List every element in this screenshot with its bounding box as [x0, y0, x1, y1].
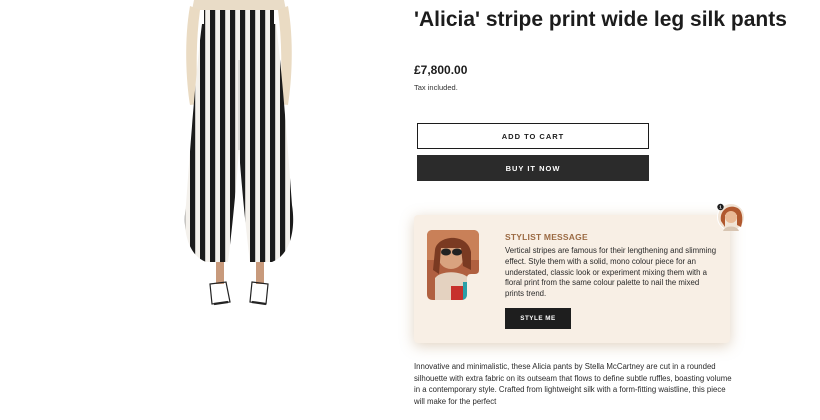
stylist-avatar[interactable]: 1 [717, 203, 745, 231]
product-description: Innovative and minimalistic, these Alici… [414, 362, 732, 406]
product-price: £7,800.00 [414, 63, 468, 77]
product-title: 'Alicia' stripe print wide leg silk pant… [414, 8, 787, 31]
product-photo [184, 0, 294, 306]
add-to-cart-button[interactable]: ADD TO CART [417, 123, 649, 149]
stylist-message-text: Vertical stripes are famous for their le… [505, 246, 717, 299]
tax-note: Tax included. [414, 83, 458, 92]
buy-it-now-button[interactable]: BUY IT NOW [417, 155, 649, 181]
stylist-photo [427, 230, 479, 300]
style-me-button[interactable]: STYLE ME [505, 308, 571, 329]
stylist-message-card: STYLIST MESSAGE Vertical stripes are fam… [414, 215, 730, 343]
stylist-message-heading: STYLIST MESSAGE [505, 232, 588, 242]
